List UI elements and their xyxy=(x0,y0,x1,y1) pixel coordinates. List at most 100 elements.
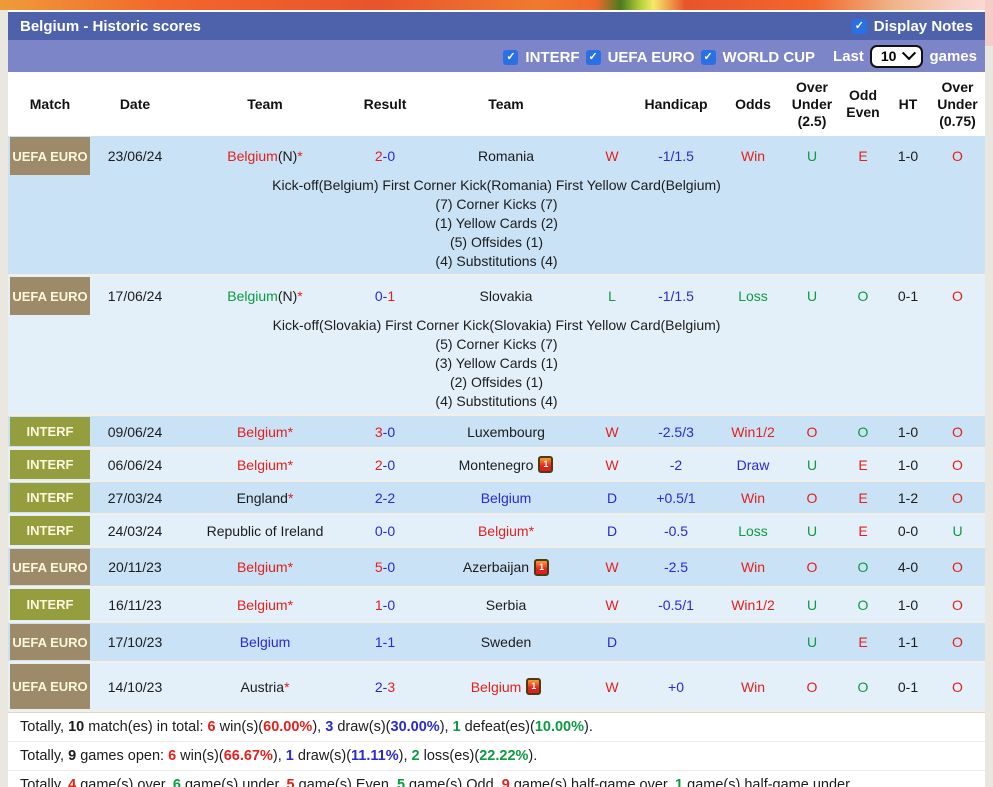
text: +0 xyxy=(668,678,684,695)
filter-label: INTERF xyxy=(525,48,580,66)
filter-checkbox-icon[interactable] xyxy=(503,49,519,65)
display-notes-checkbox[interactable] xyxy=(851,18,867,34)
text: 2 xyxy=(374,489,383,506)
text: 3 xyxy=(325,719,334,735)
odd-even-cell: E xyxy=(840,482,886,513)
red-card-icon xyxy=(534,558,550,576)
odds-cell: Win xyxy=(722,548,784,586)
match-result: 0-1 xyxy=(352,276,418,316)
over-under-2-5-cell: U xyxy=(784,623,840,661)
filter-group: WORLD CUP xyxy=(700,49,815,66)
match-row: UEFA EURO 17/06/24 Belgium (N) * 0-1 Slovakia L… xyxy=(8,276,985,416)
text: 0 xyxy=(387,522,396,539)
text: 0 xyxy=(387,456,396,473)
team-name: Slovakia xyxy=(479,288,533,304)
text: U xyxy=(806,288,818,304)
text: U xyxy=(806,634,818,650)
team-cell: Belgium (N) * xyxy=(178,276,352,316)
team-star: * xyxy=(284,678,290,695)
odd-even-cell: E xyxy=(840,449,886,480)
text: game(s) half-game under xyxy=(683,777,850,787)
text: O xyxy=(952,456,963,473)
over-under-2-5-cell: O xyxy=(784,663,840,710)
text: O xyxy=(952,423,963,440)
text: 1 xyxy=(675,777,684,787)
match-result: 2-0 xyxy=(352,449,418,480)
team-name: Luxembourg xyxy=(467,423,545,440)
column-header: Team xyxy=(488,95,524,112)
text: 1-0 xyxy=(897,596,919,613)
filter-checkbox-icon[interactable] xyxy=(700,49,716,65)
over-under-0-75-cell: U xyxy=(930,515,985,546)
match-result: 3-0 xyxy=(352,416,418,447)
text: (N) xyxy=(277,288,298,304)
over-under-0-75-cell: O xyxy=(930,136,985,176)
text: -2.5 xyxy=(663,559,689,575)
text: U xyxy=(806,522,818,539)
text: 3 xyxy=(374,423,383,440)
decorative-corner xyxy=(985,0,993,46)
team-cell: Belgium * xyxy=(178,449,352,480)
team-name: Republic of Ireland xyxy=(206,522,324,539)
odd-even-cell: E xyxy=(840,136,886,176)
text: defeat(es)( xyxy=(460,719,535,735)
last-games-select[interactable]: 10 xyxy=(869,44,924,68)
text: 5 xyxy=(286,777,295,787)
text: D xyxy=(606,634,618,650)
match-table: UEFA EURO 23/06/24 Belgium (N) * 2-0 Romania W -… xyxy=(8,136,985,712)
half-time-cell: 0-1 xyxy=(886,276,930,316)
team-name: Belgium xyxy=(477,522,529,539)
competition-cell: INTERF xyxy=(8,515,92,546)
column-header: Team xyxy=(247,95,283,112)
handicap-cell: -0.5 xyxy=(630,515,722,546)
text: 1 xyxy=(387,288,396,304)
match-row: INTERF06/06/24Belgium*2-0MontenegroW-2Dr… xyxy=(8,449,985,482)
match-date: 27/03/24 xyxy=(107,489,163,506)
team-cell: Serbia xyxy=(418,588,594,621)
team-name: Montenegro xyxy=(458,456,534,473)
team-name: Azerbaijan xyxy=(462,559,530,575)
text: U xyxy=(806,456,818,473)
match-row: INTERF 24/03/24 Republic of Ireland 0-0 Belg… xyxy=(8,515,985,548)
text: Win xyxy=(740,678,766,695)
last-games-group: Last 10 games xyxy=(833,44,977,68)
text: games open: xyxy=(76,748,169,764)
text: E xyxy=(858,148,868,164)
handicap-cell: -2.5 xyxy=(630,548,722,586)
match-main-row: UEFA EURO 17/06/24 Belgium (N) * 0-1 Slovakia L… xyxy=(8,276,985,316)
team-cell: Azerbaijan xyxy=(418,548,594,586)
text: 10.00% xyxy=(534,719,584,735)
text: Win1/2 xyxy=(731,596,775,613)
half-time-cell: 1-0 xyxy=(886,449,930,480)
text: O xyxy=(857,423,869,440)
text: D xyxy=(606,522,618,539)
match-main-row: INTERF 24/03/24 Republic of Ireland 0-0 Belg… xyxy=(8,515,985,546)
odd-even-cell: O xyxy=(840,663,886,710)
note-line: (2) Offsides (1) xyxy=(449,374,544,390)
odds-cell: Loss xyxy=(722,515,784,546)
half-time-cell: 1-2 xyxy=(886,482,930,513)
team-star: * xyxy=(297,288,303,304)
select-value: 10 xyxy=(880,47,897,64)
text: O xyxy=(857,596,869,613)
text: O xyxy=(857,288,869,304)
match-row: UEFA EURO 23/06/24 Belgium (N) * 2-0 Romania W -… xyxy=(8,136,985,276)
text: ), xyxy=(398,748,412,764)
filter-checkbox-icon[interactable] xyxy=(585,49,601,65)
text: ), xyxy=(272,748,286,764)
text: O xyxy=(952,148,963,164)
text: 1-0 xyxy=(897,456,919,473)
half-time-cell: 1-0 xyxy=(886,416,930,447)
team-star: * xyxy=(287,456,294,473)
column-header: Over Under (2.5) xyxy=(791,78,833,129)
competition-cell: INTERF xyxy=(8,482,92,513)
team-name: Belgium xyxy=(227,288,278,304)
column-header: Odd Even xyxy=(846,87,880,120)
half-time-cell: 1-1 xyxy=(886,623,930,661)
over-under-0-75-cell: O xyxy=(930,588,985,621)
text: 1-0 xyxy=(897,148,919,164)
team-name: Belgium xyxy=(236,559,288,575)
text: -1/1.5 xyxy=(658,148,694,164)
over-under-0-75-cell: O xyxy=(930,663,985,710)
competition-cell: UEFA EURO xyxy=(8,548,92,586)
